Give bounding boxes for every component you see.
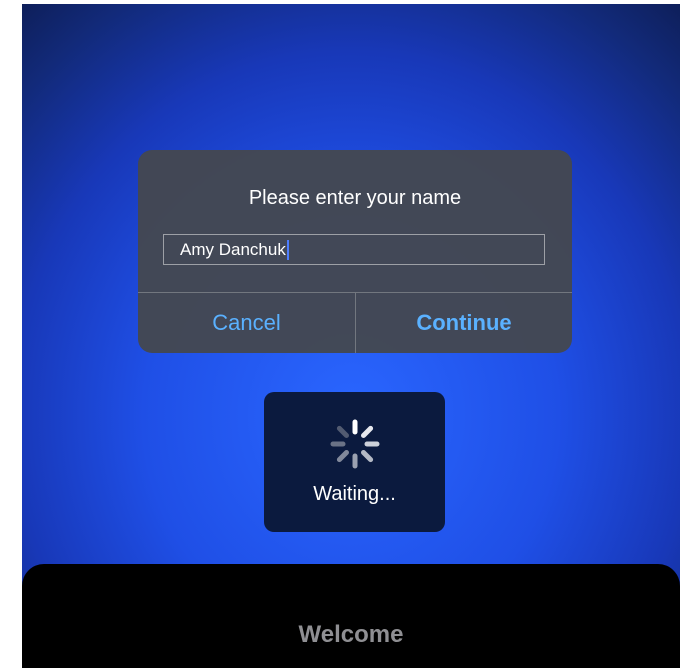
screen: Please enter your name Amy Danchuk Cance…	[0, 0, 680, 668]
name-prompt-dialog: Please enter your name Amy Danchuk Cance…	[138, 150, 572, 353]
welcome-title: Welcome	[298, 621, 404, 648]
cancel-button[interactable]: Cancel	[138, 293, 355, 353]
continue-button[interactable]: Continue	[356, 293, 572, 353]
spinner-icon	[330, 419, 380, 469]
app-background: Please enter your name Amy Danchuk Cance…	[22, 4, 680, 668]
name-input-value: Amy Danchuk	[180, 240, 286, 259]
dialog-title: Please enter your name	[248, 187, 462, 209]
waiting-indicator: Waiting...	[264, 392, 445, 532]
bottom-sheet	[22, 564, 680, 668]
name-input[interactable]: Amy Danchuk	[163, 234, 545, 265]
waiting-label: Waiting...	[313, 483, 396, 505]
text-caret	[286, 239, 289, 260]
